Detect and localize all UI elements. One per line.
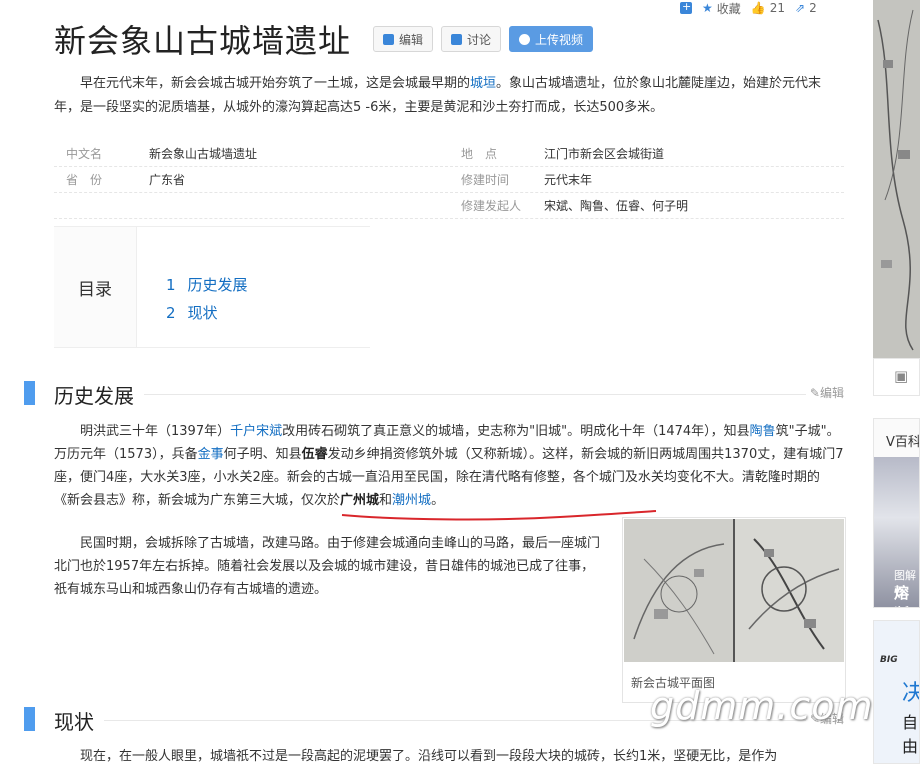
section-edit-button[interactable]: ✎编辑 [805, 384, 844, 401]
watermark: gdmm.com [650, 684, 874, 728]
star-icon: ★ [702, 1, 713, 15]
share-button[interactable]: ⇗ 2 [795, 1, 817, 15]
link-cityhuan[interactable]: 城垣 [470, 76, 496, 91]
discuss-button[interactable]: 讨论 [441, 26, 502, 52]
section-title: 历史发展 [54, 380, 144, 409]
toc-item-status[interactable]: 2 现状 [166, 299, 248, 327]
chat-icon [451, 33, 463, 45]
status-paragraph-1: 现在，在一般人眼里，城墙祇不过是一段高起的泥埂罢了。沿线可以看到一段段大块的城砖… [80, 749, 778, 764]
red-underline-annotation [341, 510, 657, 521]
info-row: 中文名 新会象山古城墙遗址 地 点江门市新会区会城街道 [54, 141, 844, 167]
page-title: 新会象山古城墙遗址 [54, 22, 352, 60]
pencil-icon: ✎ [809, 386, 820, 400]
plus-circle-icon [519, 33, 531, 45]
city-plan-image[interactable] [624, 519, 844, 662]
section-accent-bar [24, 707, 35, 731]
album-bar[interactable]: ▣ [873, 358, 920, 396]
history-paragraph-2: 民国时期，会城拆除了古城墙，改建马路。由于修建会城通向圭峰山的马路，最后一座城门… [54, 536, 601, 597]
thumbs-up-icon: 👍 [750, 1, 766, 15]
toc-heading: 目录 [54, 227, 137, 347]
info-row: 修建发起人 宋斌、陶鲁、伍睿、何子明 [54, 193, 844, 219]
like-button[interactable]: 👍 21 [751, 1, 785, 15]
section-history-header: 历史发展 ✎编辑 [24, 380, 844, 409]
add-icon[interactable] [680, 0, 692, 14]
pencil-icon [383, 33, 394, 45]
share-icon: ⇗ [795, 1, 806, 15]
map-figure[interactable]: 新会古城平面图 [622, 517, 846, 703]
edit-button[interactable]: 编辑 [373, 26, 434, 52]
side-album-image[interactable] [873, 0, 920, 358]
info-row: 省 份广东省 修建时间 元代末年 [54, 167, 844, 193]
top-stats: ★ 收藏 👍 21 ⇗ 2 [680, 0, 817, 16]
upload-video-button[interactable]: 上传视频 [509, 26, 594, 52]
toc-item-history[interactable]: 1 历史发展 [166, 271, 248, 299]
link-taolu[interactable]: 陶鲁 [750, 424, 776, 439]
history-paragraph-1: 明洪武三十年（1397年）千户宋斌改用砖石砌筑了真正意义的城墙，史志称为"旧城"… [54, 424, 844, 508]
summary-paragraph: 早在元代末年，新会会城古城开始夯筑了一土城，这是会城最早期的城垣。象山古城墙遗址… [54, 76, 822, 115]
title-actions: 编辑 讨论 上传视频 [373, 26, 594, 52]
link-chaozhou[interactable]: 潮州城 [392, 493, 431, 508]
link-jinshi[interactable]: 金事 [198, 447, 224, 462]
basic-info-box: 中文名 新会象山古城墙遗址 地 点江门市新会区会城街道 省 份广东省 修建时间 元代… [54, 141, 844, 219]
table-of-contents: 目录 1 历史发展 2 现状 [54, 226, 370, 348]
v-baike-panel[interactable]: V百科 图解百 熔断 [873, 418, 920, 608]
gallery-icon: ▣ [894, 367, 909, 385]
link-qianhu-songbin[interactable]: 千户宋斌 [230, 424, 282, 439]
favorite-button[interactable]: ★ 收藏 [702, 0, 741, 17]
section-title: 现状 [54, 706, 104, 735]
v-baike-title: V百科 [886, 435, 920, 450]
side-ad-panel[interactable]: BIG 决 自由 [873, 620, 920, 764]
section-accent-bar [24, 381, 35, 405]
